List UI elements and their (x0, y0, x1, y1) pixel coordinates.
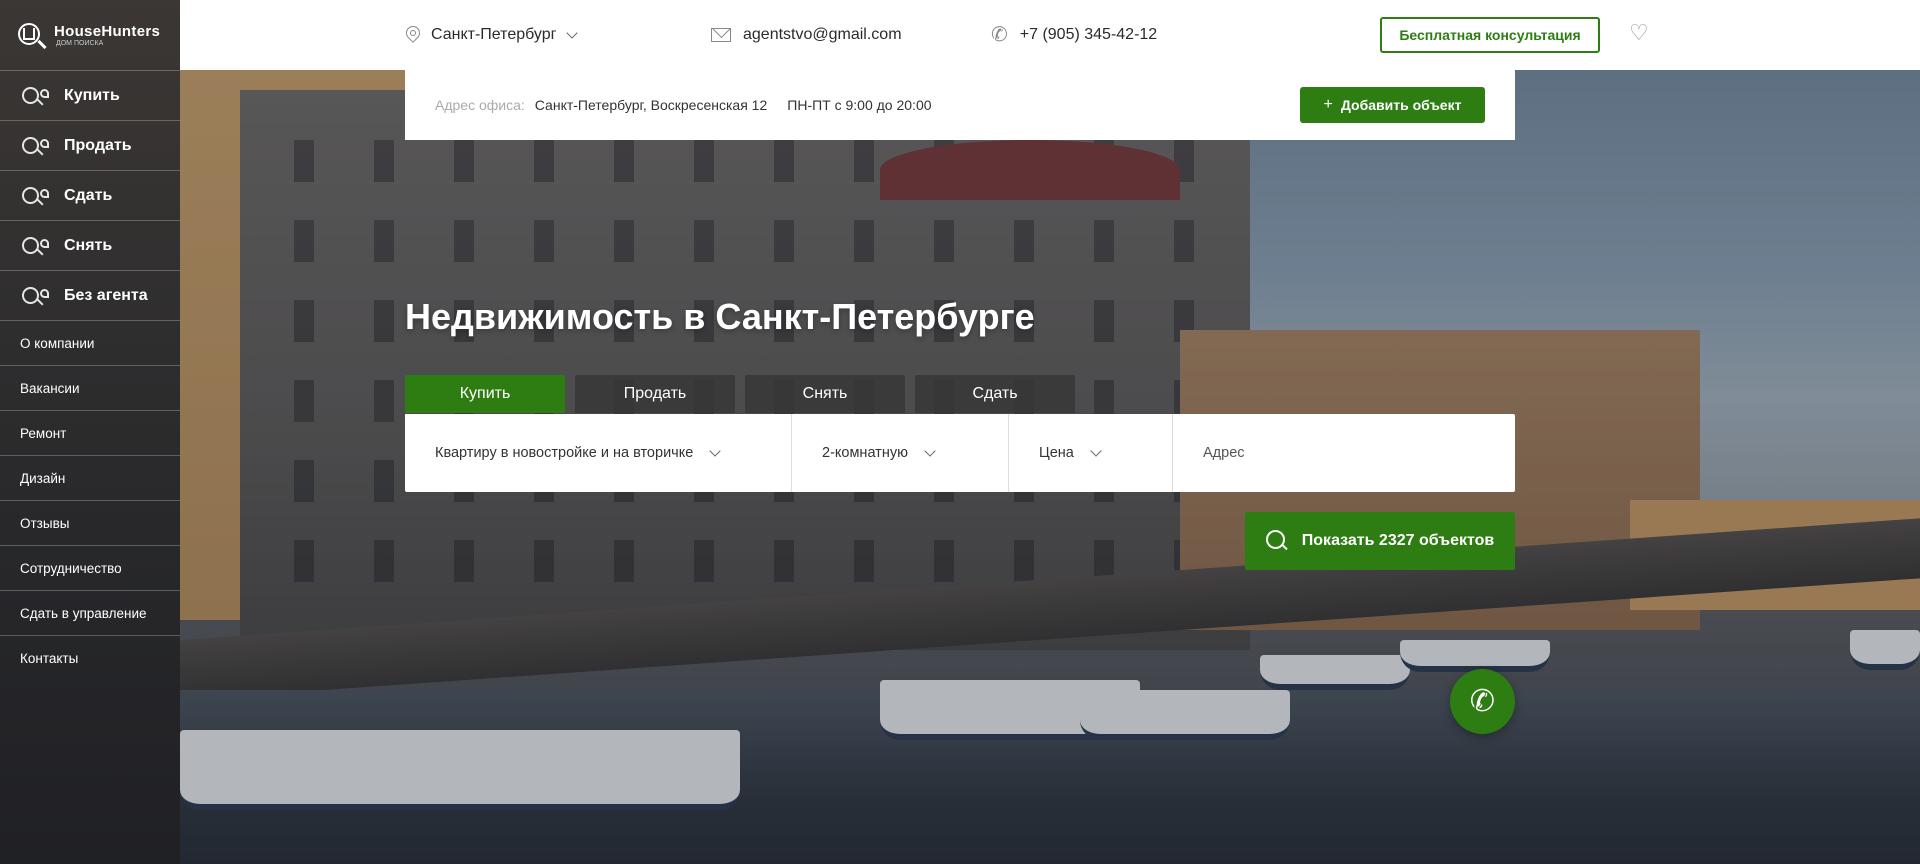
search-form: Квартиру в новостройке и на вторичке 2-к… (405, 414, 1515, 492)
free-consultation-button[interactable]: Бесплатная консультация (1380, 17, 1600, 53)
sidebar-item-sell[interactable]: Продать (0, 120, 180, 170)
search-house-icon (20, 85, 50, 107)
sidebar-item-label: Без агента (64, 286, 148, 304)
email-link[interactable]: agentstvo@gmail.com (711, 0, 902, 70)
deal-type-tabs: Купить Продать Снять Сдать (405, 375, 1075, 413)
sidebar-item-rent-out[interactable]: Сдать (0, 170, 180, 220)
sidebar-item-label: Снять (64, 236, 113, 254)
logo[interactable]: HouseHunters ДОМ ПОИСКА (0, 0, 180, 70)
tab-rent-out[interactable]: Сдать (915, 375, 1075, 413)
sidebar-link-vacancies[interactable]: Вакансии (0, 365, 180, 410)
tab-rent[interactable]: Снять (745, 375, 905, 413)
top-header: Санкт-Петербург agentstvo@gmail.com ✆ +7… (180, 0, 1920, 70)
sidebar-link-management[interactable]: Сдать в управление (0, 590, 180, 635)
sidebar-item-label: Продать (64, 136, 132, 154)
sidebar-link-cooperation[interactable]: Сотрудничество (0, 545, 180, 590)
location-pin-icon (405, 26, 419, 44)
address-field-wrapper (1173, 414, 1515, 492)
search-house-icon (20, 235, 50, 257)
phone-icon: ✆ (991, 24, 1008, 46)
sidebar-secondary-menu: О компании Вакансии Ремонт Дизайн Отзывы… (0, 320, 180, 680)
search-house-icon (20, 185, 50, 207)
sidebar-link-contacts[interactable]: Контакты (0, 635, 180, 680)
rooms-value: 2-комнатную (822, 445, 908, 461)
price-value: Цена (1039, 445, 1074, 461)
add-listing-label: Добавить объект (1340, 97, 1462, 113)
logo-tagline: ДОМ ПОИСКА (56, 40, 104, 47)
tab-sell[interactable]: Продать (575, 375, 735, 413)
add-listing-button[interactable]: + Добавить объект (1300, 87, 1485, 123)
page-title: Недвижимость в Санкт-Петербурге (405, 296, 1035, 337)
office-address: Санкт-Петербург, Воскресенская 12 (534, 97, 768, 113)
tab-buy[interactable]: Купить (405, 375, 565, 413)
logo-name: HouseHunters (54, 23, 161, 40)
address-input[interactable] (1203, 445, 1503, 461)
sidebar-link-design[interactable]: Дизайн (0, 455, 180, 500)
heart-icon[interactable]: ♡ (1629, 22, 1649, 44)
plus-icon: + (1323, 96, 1333, 113)
mail-icon (711, 28, 731, 42)
sidebar-item-buy[interactable]: Купить (0, 70, 180, 120)
sidebar-item-rent[interactable]: Снять (0, 220, 180, 270)
price-select[interactable]: Цена (1009, 414, 1173, 492)
sidebar-main-menu: Купить Продать Сдать Снять Без агента (0, 70, 180, 320)
show-results-label: Показать 2327 объектов (1301, 532, 1495, 549)
search-house-icon (20, 135, 50, 157)
city-label: Санкт-Петербург (431, 26, 557, 43)
chevron-down-icon (1090, 444, 1102, 457)
chevron-down-icon (566, 26, 579, 39)
sidebar-link-reviews[interactable]: Отзывы (0, 500, 180, 545)
property-type-select[interactable]: Квартиру в новостройке и на вторичке (405, 414, 792, 492)
sidebar-item-label: Купить (64, 86, 120, 104)
logo-icon (16, 19, 48, 51)
sidebar-link-renovation[interactable]: Ремонт (0, 410, 180, 455)
sidebar-item-label: Сдать (64, 186, 113, 204)
phone-link[interactable]: ✆ +7 (905) 345-42-12 (991, 0, 1157, 70)
sidebar: HouseHunters ДОМ ПОИСКА Купить Продать С… (0, 0, 180, 864)
rooms-select[interactable]: 2-комнатную (792, 414, 1009, 492)
call-button[interactable]: ✆ (1450, 669, 1515, 734)
office-hours: ПН-ПТ с 9:00 до 20:00 (787, 97, 932, 113)
office-info-bar: Адрес офиса: Санкт-Петербург, Воскресенс… (405, 70, 1515, 140)
phone-text: +7 (905) 345-42-12 (1019, 26, 1158, 43)
search-house-icon (20, 285, 50, 307)
property-type-value: Квартиру в новостройке и на вторичке (435, 445, 694, 461)
phone-icon: ✆ (1469, 685, 1496, 718)
email-text: agentstvo@gmail.com (743, 26, 902, 43)
search-icon (1265, 530, 1288, 552)
office-address-label: Адрес офиса: (435, 97, 525, 113)
show-results-button[interactable]: Показать 2327 объектов (1245, 512, 1515, 570)
chevron-down-icon (709, 444, 721, 457)
city-selector[interactable]: Санкт-Петербург (405, 0, 579, 70)
sidebar-item-no-agent[interactable]: Без агента (0, 270, 180, 320)
sidebar-link-about[interactable]: О компании (0, 320, 180, 365)
chevron-down-icon (924, 444, 936, 457)
